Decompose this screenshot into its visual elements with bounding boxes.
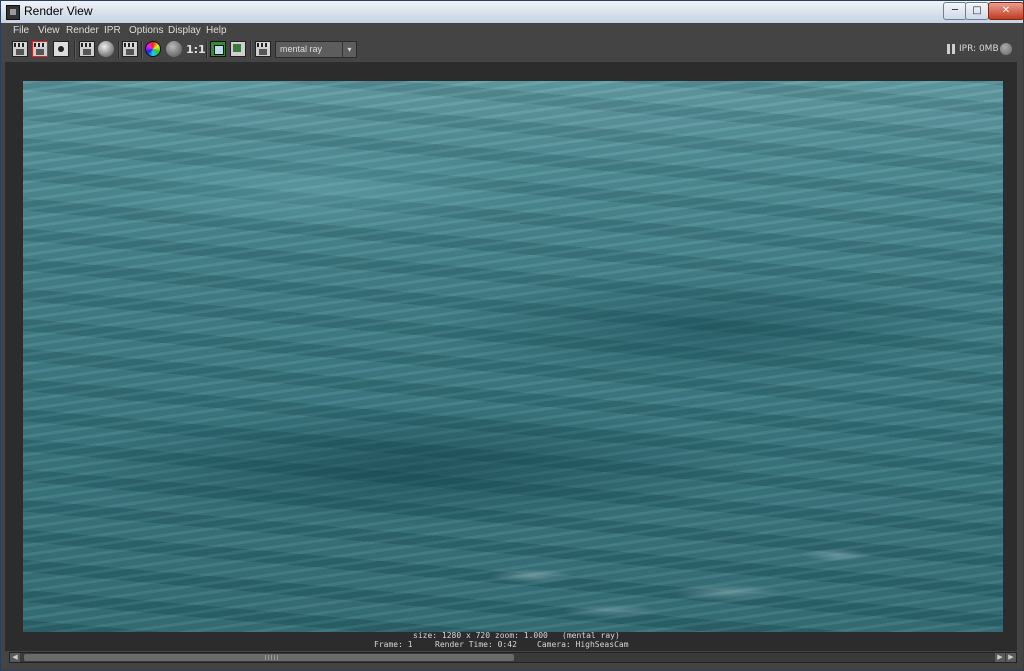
toolbar-separator bbox=[141, 41, 143, 58]
horizontal-scrollbar[interactable]: ◀ ▶ ▶ bbox=[9, 652, 1017, 663]
maximize-button[interactable]: □ bbox=[965, 2, 989, 20]
render-settings-icon[interactable] bbox=[122, 41, 138, 57]
grip-icon bbox=[265, 655, 279, 660]
menu-file[interactable]: File bbox=[13, 25, 29, 36]
scroll-right-end-icon[interactable]: ▶ bbox=[1006, 653, 1016, 662]
redo-render-icon[interactable] bbox=[12, 41, 28, 57]
minimize-button[interactable]: ─ bbox=[943, 2, 967, 20]
render-region-icon[interactable] bbox=[32, 41, 48, 57]
rendered-ocean-image[interactable] bbox=[23, 81, 1003, 632]
maya-app-icon bbox=[6, 5, 20, 20]
remove-image-icon[interactable] bbox=[230, 41, 246, 57]
window-title: Render View bbox=[24, 4, 93, 18]
ipr-memory-readout: IPR: 0MB bbox=[959, 44, 999, 54]
menu-render[interactable]: Render bbox=[66, 25, 99, 36]
close-button[interactable]: ✕ bbox=[988, 2, 1024, 20]
ipr-status-icon bbox=[1000, 43, 1012, 55]
status-renderer: (mental ray) bbox=[562, 631, 620, 640]
menu-display[interactable]: Display bbox=[168, 25, 201, 36]
title-bar[interactable]: Render View ─ □ ✕ bbox=[1, 1, 1024, 24]
menu-ipr[interactable]: IPR bbox=[104, 25, 121, 36]
chevron-down-icon: ▾ bbox=[342, 42, 356, 57]
refresh-ipr-icon[interactable] bbox=[98, 41, 114, 57]
renderer-dropdown[interactable]: mental ray ▾ bbox=[275, 41, 357, 58]
toolbar: 1:1 mental ray ▾ IPR: 0MB bbox=[1, 39, 1023, 61]
keep-image-icon[interactable] bbox=[210, 41, 226, 57]
toolbar-separator bbox=[74, 41, 76, 58]
real-size-button[interactable]: 1:1 bbox=[186, 43, 206, 56]
toolbar-separator bbox=[206, 41, 208, 58]
render-camera-icon[interactable] bbox=[255, 41, 271, 57]
pause-ipr-icon[interactable] bbox=[947, 44, 955, 54]
snapshot-icon[interactable] bbox=[53, 41, 69, 57]
menu-bar: File View Render IPR Options Display Hel… bbox=[1, 23, 1023, 39]
rgb-channels-icon[interactable] bbox=[145, 41, 161, 57]
scroll-left-icon[interactable]: ◀ bbox=[10, 653, 20, 662]
render-view-window: Render View ─ □ ✕ File View Render IPR O… bbox=[0, 0, 1024, 671]
menu-options[interactable]: Options bbox=[129, 25, 163, 36]
menu-view[interactable]: View bbox=[38, 25, 60, 36]
menu-help[interactable]: Help bbox=[206, 25, 227, 36]
status-camera: Camera: HighSeasCam bbox=[537, 640, 629, 649]
renderer-selected: mental ray bbox=[280, 44, 323, 54]
toolbar-separator bbox=[118, 41, 120, 58]
alpha-channel-icon[interactable] bbox=[166, 41, 182, 57]
ipr-render-icon[interactable] bbox=[79, 41, 95, 57]
scroll-right-icon[interactable]: ▶ bbox=[995, 653, 1005, 662]
toolbar-separator bbox=[250, 41, 252, 58]
scrollbar-thumb[interactable] bbox=[24, 654, 514, 661]
